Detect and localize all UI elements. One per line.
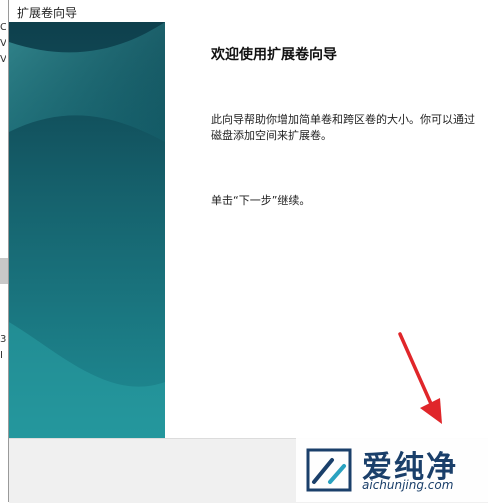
wizard-side-banner: [9, 22, 165, 438]
titlebar[interactable]: 扩展卷向导: [9, 0, 488, 23]
wizard-hint: 单击“下一步”继续。: [211, 194, 311, 207]
red-arrow-annotation-icon: [398, 332, 442, 424]
background-text-fragment: V: [0, 38, 6, 49]
aichunjing-logo-icon: [306, 448, 352, 492]
background-text-fragment: 3: [0, 334, 6, 345]
background-text-fragment: I: [0, 350, 3, 361]
window-title: 扩展卷向导: [17, 6, 78, 20]
watermark-domain: aichunjing.com: [362, 478, 454, 492]
wizard-description-line: 此向导帮助你增加简单卷和跨区卷的大小。你可以通过: [211, 113, 475, 126]
background-text-fragment: C: [0, 22, 6, 33]
wizard-heading: 欢迎使用扩展卷向导: [211, 47, 337, 63]
background-window-gray-bar: [0, 258, 8, 284]
wizard-description-line: 磁盘添加空间来扩展卷。: [211, 129, 332, 142]
watermark: 爱纯净 aichunjing.com: [296, 438, 488, 502]
wizard-description: 此向导帮助你增加简单卷和跨区卷的大小。你可以通过 磁盘添加空间来扩展卷。: [211, 112, 488, 144]
background-text-fragment: V: [0, 54, 6, 65]
